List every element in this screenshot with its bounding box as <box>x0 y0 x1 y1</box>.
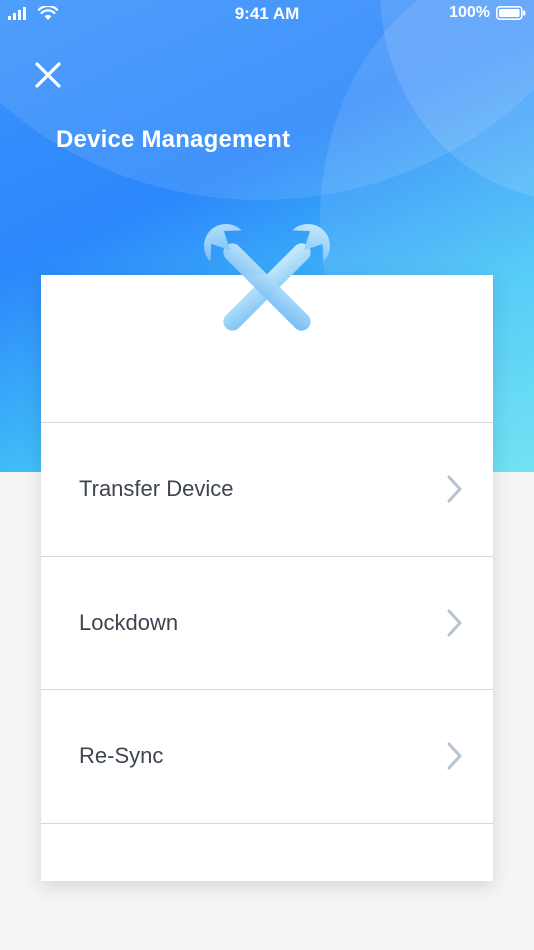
battery-percentage: 100% <box>449 4 490 21</box>
status-bar: 9:41 AM 100% <box>0 0 534 28</box>
resync-item[interactable]: Re-Sync <box>41 690 493 822</box>
close-button[interactable] <box>28 55 68 95</box>
device-management-card: Transfer Device Lockdown Re-Sync <box>41 275 493 881</box>
chevron-right-icon <box>447 609 462 637</box>
chevron-right-icon <box>447 742 462 770</box>
close-icon <box>35 62 61 88</box>
menu-item-label: Transfer Device <box>79 476 234 501</box>
lockdown-item[interactable]: Lockdown <box>41 557 493 689</box>
divider <box>41 823 493 824</box>
menu-item-label: Lockdown <box>79 610 179 635</box>
tools-icon <box>204 224 330 331</box>
battery-icon <box>496 6 526 20</box>
chevron-right-icon <box>447 475 462 503</box>
menu-item-label: Re-Sync <box>79 743 164 768</box>
page-title: Device Management <box>56 126 291 153</box>
transfer-device-item[interactable]: Transfer Device <box>41 423 493 555</box>
status-right: 100% <box>449 4 526 22</box>
